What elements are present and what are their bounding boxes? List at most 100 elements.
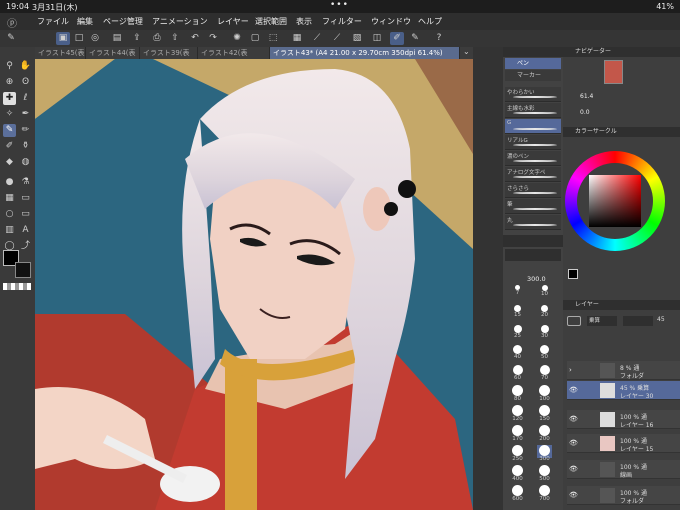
size-7[interactable]: 7 (510, 285, 525, 298)
lasso-select-icon[interactable]: ℓ (19, 92, 32, 105)
fill-icon[interactable]: ▢ (248, 32, 262, 45)
size-60[interactable]: 60 (510, 365, 525, 381)
pen-pressure-icon[interactable]: ✐ (390, 32, 404, 45)
size-50[interactable]: 50 (537, 345, 552, 360)
navigator-preview[interactable] (604, 60, 623, 84)
opacity-slider[interactable] (623, 316, 653, 326)
figure-icon[interactable]: ▭ (19, 192, 32, 205)
eraser-icon[interactable]: ◆ (3, 156, 16, 169)
brush-item[interactable]: アナログ文字ペ (505, 167, 561, 182)
pen-tool-icon[interactable]: ✎ (3, 124, 16, 137)
layer-row-selected[interactable]: 👁 45 % 乗算 レイヤー 30 (567, 381, 680, 400)
layer-row[interactable]: 👁 100 % 通線画 (567, 460, 680, 479)
opacity-value[interactable]: 45 (657, 316, 665, 323)
save-icon[interactable]: ▤ (110, 32, 124, 45)
tab-illust-43[interactable]: イラスト43* (A4 21.00 x 29.70cm 350dpi 61.4%… (270, 47, 460, 59)
multitask-dots-icon[interactable]: ••• (330, 0, 349, 10)
size-80[interactable]: 80 (510, 385, 525, 402)
undo-icon[interactable]: ↶ (188, 32, 202, 45)
size-250[interactable]: 250 (510, 445, 525, 462)
ruler-icon[interactable]: ⟋ (310, 32, 324, 45)
size-25[interactable]: 25 (510, 325, 525, 339)
fill-tool-icon[interactable]: ● (3, 176, 16, 189)
pencil-tool-icon[interactable]: ✏ (19, 124, 32, 137)
menu-selection[interactable]: 選択範囲 (255, 16, 287, 27)
brush-item[interactable]: さらさら (505, 183, 561, 198)
transform-icon[interactable]: ⬚ (266, 32, 280, 45)
select-canvas-icon[interactable]: ▣ (56, 32, 70, 45)
size-700[interactable]: 700 (537, 485, 552, 502)
size-500[interactable]: 500 (537, 465, 552, 482)
blend-mode-select[interactable]: 乗算 (587, 316, 617, 326)
ellipse-icon[interactable]: ○ (3, 208, 16, 221)
menu-animation[interactable]: アニメーション (152, 16, 208, 27)
eyedropper-icon[interactable]: ✎ (408, 32, 422, 45)
size-20[interactable]: 20 (537, 305, 552, 318)
tab-illust-45[interactable]: イラスト45(表 (35, 47, 86, 59)
drawing-canvas[interactable] (35, 59, 473, 510)
chevron-down-icon[interactable]: ⌄ (463, 47, 470, 56)
help-icon[interactable]: ? (432, 32, 446, 45)
brush-item[interactable]: やわらかい (505, 87, 561, 102)
size-100[interactable]: 100 (537, 385, 552, 402)
brush-item[interactable]: 丸 (505, 215, 561, 230)
correct-line-icon[interactable]: ⤴ (19, 240, 32, 253)
tab-marker[interactable]: マーカー (505, 70, 561, 81)
blend-icon[interactable]: ◍ (19, 156, 32, 169)
size-300[interactable]: 300 (537, 445, 552, 462)
guide-icon[interactable]: ◫ (370, 32, 384, 45)
airbrush-icon[interactable]: ⚱ (19, 140, 32, 153)
tab-illust-44[interactable]: イラスト44(表 (86, 47, 140, 59)
blend-mode-icon[interactable] (567, 316, 581, 326)
size-400[interactable]: 400 (510, 465, 525, 482)
current-color-swatch[interactable] (568, 269, 578, 279)
size-40[interactable]: 40 (510, 345, 525, 360)
layer-row[interactable]: 👁 100 % 通レイヤー 16 (567, 410, 680, 429)
color-wheel[interactable] (565, 151, 665, 251)
lasso-icon[interactable]: ʘ (19, 76, 32, 89)
menu-filter[interactable]: フィルター (322, 16, 362, 27)
magic-wand-icon[interactable]: ✧ (3, 108, 16, 121)
menu-window[interactable]: ウィンドウ (371, 16, 411, 27)
tab-illust-42[interactable]: イラスト42(表 (198, 47, 270, 59)
layer-row[interactable]: 👁 100 % 通フォルダ (567, 486, 680, 505)
brush-item[interactable]: リアルG (505, 135, 561, 150)
size-30[interactable]: 30 (537, 325, 552, 339)
brush-item-selected[interactable]: G (505, 119, 561, 134)
color-square[interactable] (589, 175, 641, 227)
bucket-icon[interactable]: ⚗ (19, 176, 32, 189)
transparent-color-icon[interactable] (3, 283, 31, 290)
size-170[interactable]: 170 (510, 425, 525, 442)
operation-icon[interactable]: ⊕ (3, 76, 16, 89)
export-icon[interactable]: ⇪ (130, 32, 144, 45)
app-logo-icon[interactable]: ⓟ (7, 15, 19, 30)
tab-pen[interactable]: ペン (505, 58, 561, 69)
size-200[interactable]: 200 (537, 425, 552, 442)
menu-layer[interactable]: レイヤー (217, 16, 249, 27)
brush-icon[interactable]: ✎ (4, 32, 18, 45)
navigator-rotate[interactable]: 0.0 (580, 109, 590, 116)
gradient-icon[interactable]: ▦ (3, 192, 16, 205)
ruler-tool-icon[interactable]: ▭ (19, 208, 32, 221)
size-600[interactable]: 600 (510, 485, 525, 502)
size-120[interactable]: 120 (510, 405, 525, 422)
size-10[interactable]: 10 (537, 285, 552, 298)
grid-icon[interactable]: ▧ (350, 32, 364, 45)
menu-help[interactable]: ヘルプ (418, 16, 442, 27)
zoom-icon[interactable]: ⚲ (3, 60, 16, 73)
menu-view[interactable]: 表示 (296, 16, 312, 27)
text-tool-icon[interactable]: A (19, 224, 32, 237)
open-icon[interactable]: ◎ (88, 32, 102, 45)
pipette-icon[interactable]: ✒ (19, 108, 32, 121)
menu-page[interactable]: ページ管理 (103, 16, 143, 27)
size-15[interactable]: 15 (510, 305, 525, 318)
layer-row[interactable]: › 8 % 通フォルダ (567, 361, 680, 380)
move-icon[interactable]: ✚ (3, 92, 16, 105)
new-file-icon[interactable]: □ (72, 32, 86, 45)
hand-icon[interactable]: ✋ (19, 60, 32, 73)
menu-edit[interactable]: 編集 (77, 16, 93, 27)
ruler-snap-icon[interactable]: ⟋ (330, 32, 344, 45)
snap-icon[interactable]: ▦ (290, 32, 304, 45)
print-icon[interactable]: ⎙ (150, 32, 164, 45)
tab-illust-39[interactable]: イラスト39(表 (140, 47, 198, 59)
